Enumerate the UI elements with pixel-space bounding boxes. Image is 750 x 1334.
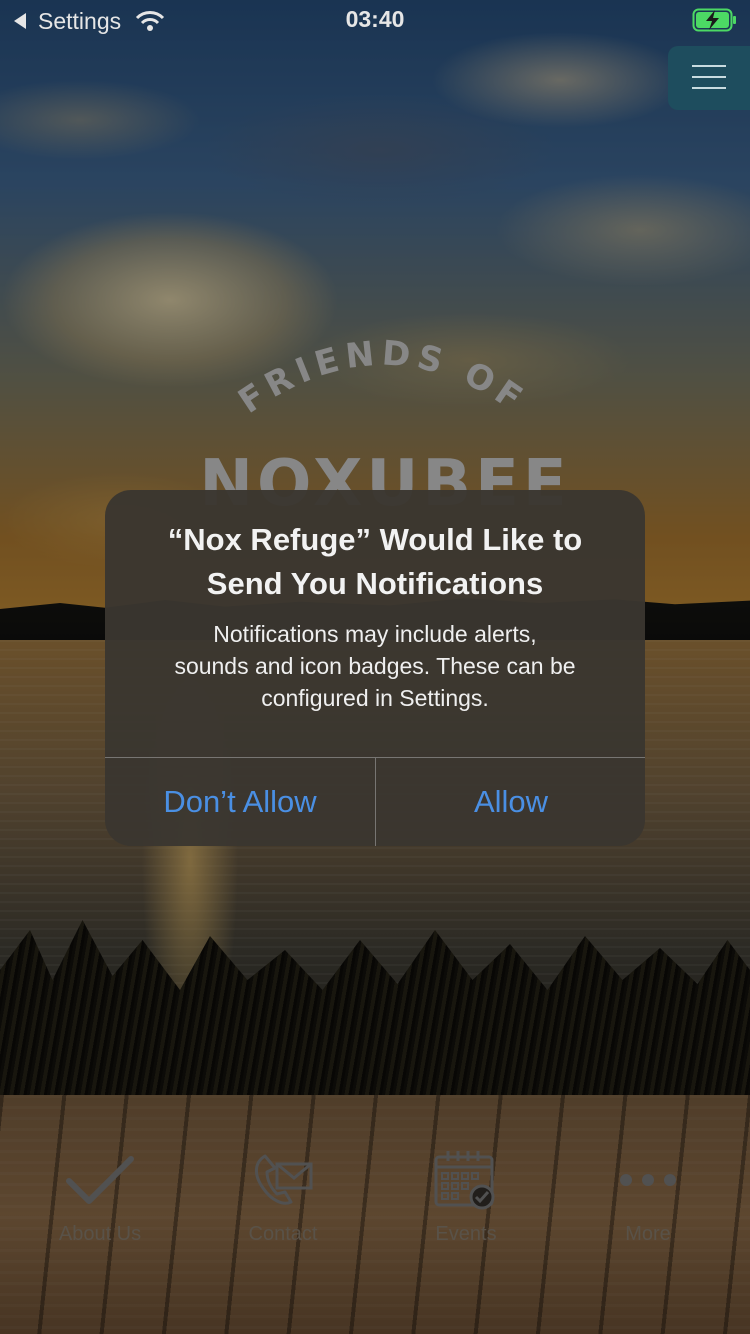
alert-title-line: Send You Notifications: [206, 566, 544, 601]
alert-message-line: Notifications may include alerts,: [213, 621, 537, 647]
alert-message: Notifications may include alerts, sounds…: [130, 618, 620, 714]
status-bar: Settings 03:40: [0, 0, 750, 40]
dont-allow-button[interactable]: Don’t Allow: [105, 758, 375, 846]
allow-button[interactable]: Allow: [376, 758, 645, 846]
hamburger-menu-button[interactable]: [668, 46, 750, 110]
alert-title-line: “Nox Refuge” Would Like to: [167, 522, 583, 557]
status-time: 03:40: [345, 6, 405, 32]
menu-bar: [692, 87, 726, 89]
menu-bar: [692, 65, 726, 67]
alert-title: “Nox Refuge” Would Like to Send You Noti…: [125, 518, 625, 606]
alert-message-line: sounds and icon badges. These can be: [174, 653, 576, 679]
battery-charging-icon: [692, 8, 736, 32]
notification-permission-alert: “Nox Refuge” Would Like to Send You Noti…: [105, 490, 645, 846]
menu-bar: [692, 76, 726, 78]
alert-message-line: configured in Settings.: [261, 685, 489, 711]
